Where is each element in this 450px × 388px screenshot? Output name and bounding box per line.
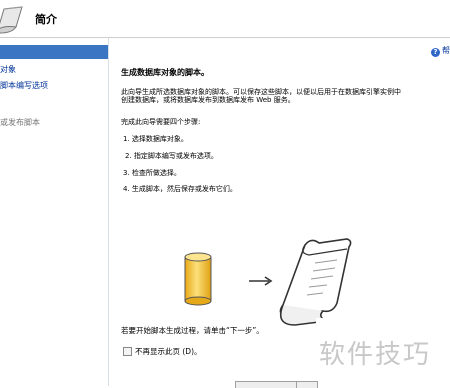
finish-button[interactable]: [296, 381, 318, 388]
wizard-icon: [0, 6, 23, 34]
sidebar-item-objects[interactable]: 对象: [0, 64, 16, 75]
watermark: 软件技巧: [319, 340, 432, 370]
content-heading: 生成数据库对象的脚本。: [121, 68, 209, 77]
sidebar-item-script-options[interactable]: 脚本编写选项: [0, 80, 48, 91]
wizard-header: 简介: [0, 0, 450, 38]
next-button[interactable]: [235, 381, 297, 388]
intro-line-2: 创建数据库，或将数据库发布到数据库发布 Web 服务。: [121, 96, 295, 104]
intro-text: 此向导生成所选数据库对象的脚本。可以保存这些脚本，以便以后用于在数据库引擎实例中…: [121, 88, 450, 104]
start-instruction: 若要开始脚本生成过程，请单击“下一步”。: [121, 326, 264, 335]
steps-intro: 完成此向导需要四个步骤:: [121, 118, 201, 126]
help-label: 帮: [442, 46, 450, 55]
script-scroll-icon: [279, 238, 352, 326]
sidebar-item-publish[interactable]: 或发布脚本: [0, 117, 40, 128]
page-title: 简介: [35, 13, 57, 26]
step-item: 4. 生成脚本，然后保存或发布它们。: [123, 185, 237, 193]
dont-show-again-label[interactable]: 不再显示此页 (D)。: [135, 346, 202, 357]
help-link[interactable]: ? 帮: [431, 45, 450, 57]
intro-line-1: 此向导生成所选数据库对象的脚本。可以保存这些脚本，以便以后用于在数据库引擎实例中: [121, 88, 401, 96]
help-icon: ?: [431, 48, 440, 57]
step-item: 3. 检查所做选择。: [123, 169, 181, 177]
dont-show-again-checkbox[interactable]: [123, 347, 132, 356]
sidebar-selected-item[interactable]: [0, 45, 108, 59]
step-item: 1. 选择数据库对象。: [123, 135, 188, 143]
database-icon: [184, 252, 212, 306]
wizard-sidebar: 对象 脚本编写选项 或发布脚本: [0, 38, 109, 386]
arrow-icon: [249, 276, 273, 286]
step-item: 2. 指定脚本编写或发布选项。: [125, 152, 218, 160]
